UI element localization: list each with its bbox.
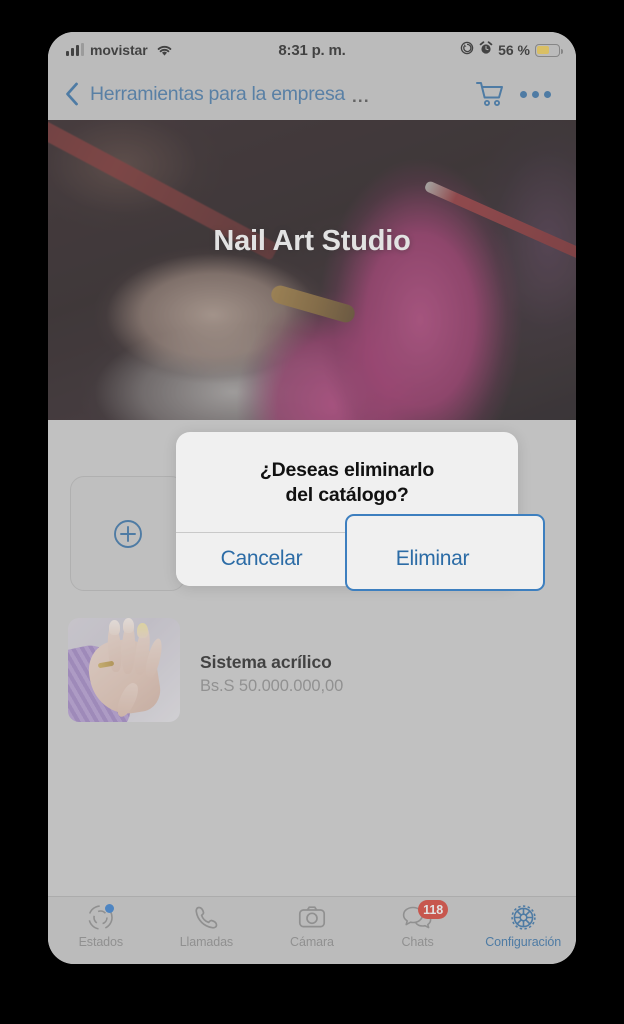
- shopping-cart-icon: [476, 82, 503, 106]
- tab-label: Llamadas: [179, 935, 234, 949]
- product-info: Sistema acrílico Bs.S 50.000.000,00: [200, 652, 343, 696]
- dot-icon: [543, 90, 551, 98]
- phone-icon: [193, 903, 220, 932]
- status-bar-right: 56 %: [460, 41, 563, 59]
- status-badge: 118: [418, 900, 449, 919]
- dialog-body: ¿Deseas eliminarlo del catálogo?: [176, 432, 518, 532]
- dot-icon: [531, 90, 539, 98]
- battery-icon: [535, 43, 563, 57]
- hand-nails-photo: [68, 618, 180, 722]
- product-thumbnail: [68, 618, 180, 722]
- tab-estados[interactable]: Estados: [48, 903, 154, 949]
- back-button[interactable]: [62, 80, 82, 108]
- delete-confirmation-dialog: ¿Deseas eliminarlo del catálogo? Cancela…: [176, 432, 545, 591]
- status-ring-icon: [87, 903, 115, 932]
- tab-label: Estados: [78, 935, 124, 949]
- tab-label: Chats: [401, 935, 434, 949]
- tab-bar: Estados Llamadas Cámara 118 Chats Config…: [48, 896, 576, 964]
- chevron-left-icon: [66, 82, 78, 106]
- page-title: Herramientas para la empresa: [90, 82, 345, 105]
- business-name: Nail Art Studio: [213, 225, 411, 257]
- add-product-card[interactable]: [70, 476, 185, 591]
- rotation-lock-icon: [460, 41, 474, 59]
- tab-llamadas[interactable]: Llamadas: [154, 903, 260, 949]
- product-name: Sistema acrílico: [200, 652, 332, 672]
- plus-circle-icon: [113, 519, 142, 548]
- navigation-bar: Herramientas para la empresa ...: [48, 68, 576, 121]
- tab-chats[interactable]: 118 Chats: [365, 900, 471, 949]
- dialog-actions: Cancelar Eliminar: [176, 513, 545, 591]
- title-ellipsis: ...: [351, 87, 370, 106]
- chat-bubbles-icon: 118: [402, 900, 449, 932]
- phone-screen: movistar 8:31 p. m. 56 % Herramientas pa…: [48, 32, 576, 964]
- cancel-button[interactable]: Cancelar: [176, 532, 347, 586]
- camera-icon: [298, 903, 326, 932]
- product-price: Bs.S 50.000.000,00: [200, 677, 344, 695]
- more-options-button[interactable]: [514, 74, 556, 114]
- tab-configuracion[interactable]: Configuración: [470, 903, 576, 949]
- tab-camara[interactable]: Cámara: [259, 903, 365, 949]
- dialog-title: ¿Deseas eliminarlo del catálogo?: [259, 459, 435, 506]
- list-item[interactable]: Sistema acrílico Bs.S 50.000.000,00: [68, 618, 560, 723]
- delete-button-label: Eliminar: [395, 547, 470, 571]
- delete-button[interactable]: Eliminar: [345, 513, 545, 591]
- gear-icon: [509, 903, 538, 932]
- battery-percent-label: 56 %: [498, 42, 530, 58]
- cart-button[interactable]: [468, 74, 512, 114]
- status-bar: movistar 8:31 p. m. 56 %: [48, 32, 576, 68]
- phone-device-frame: movistar 8:31 p. m. 56 % Herramientas pa…: [0, 0, 624, 1024]
- alarm-icon: [479, 41, 493, 59]
- banner-scrim: [48, 120, 576, 420]
- dot-icon: [519, 90, 527, 98]
- tab-label: Configuración: [485, 935, 562, 949]
- business-cover-banner: Nail Art Studio: [48, 120, 576, 420]
- tab-label: Cámara: [290, 935, 334, 949]
